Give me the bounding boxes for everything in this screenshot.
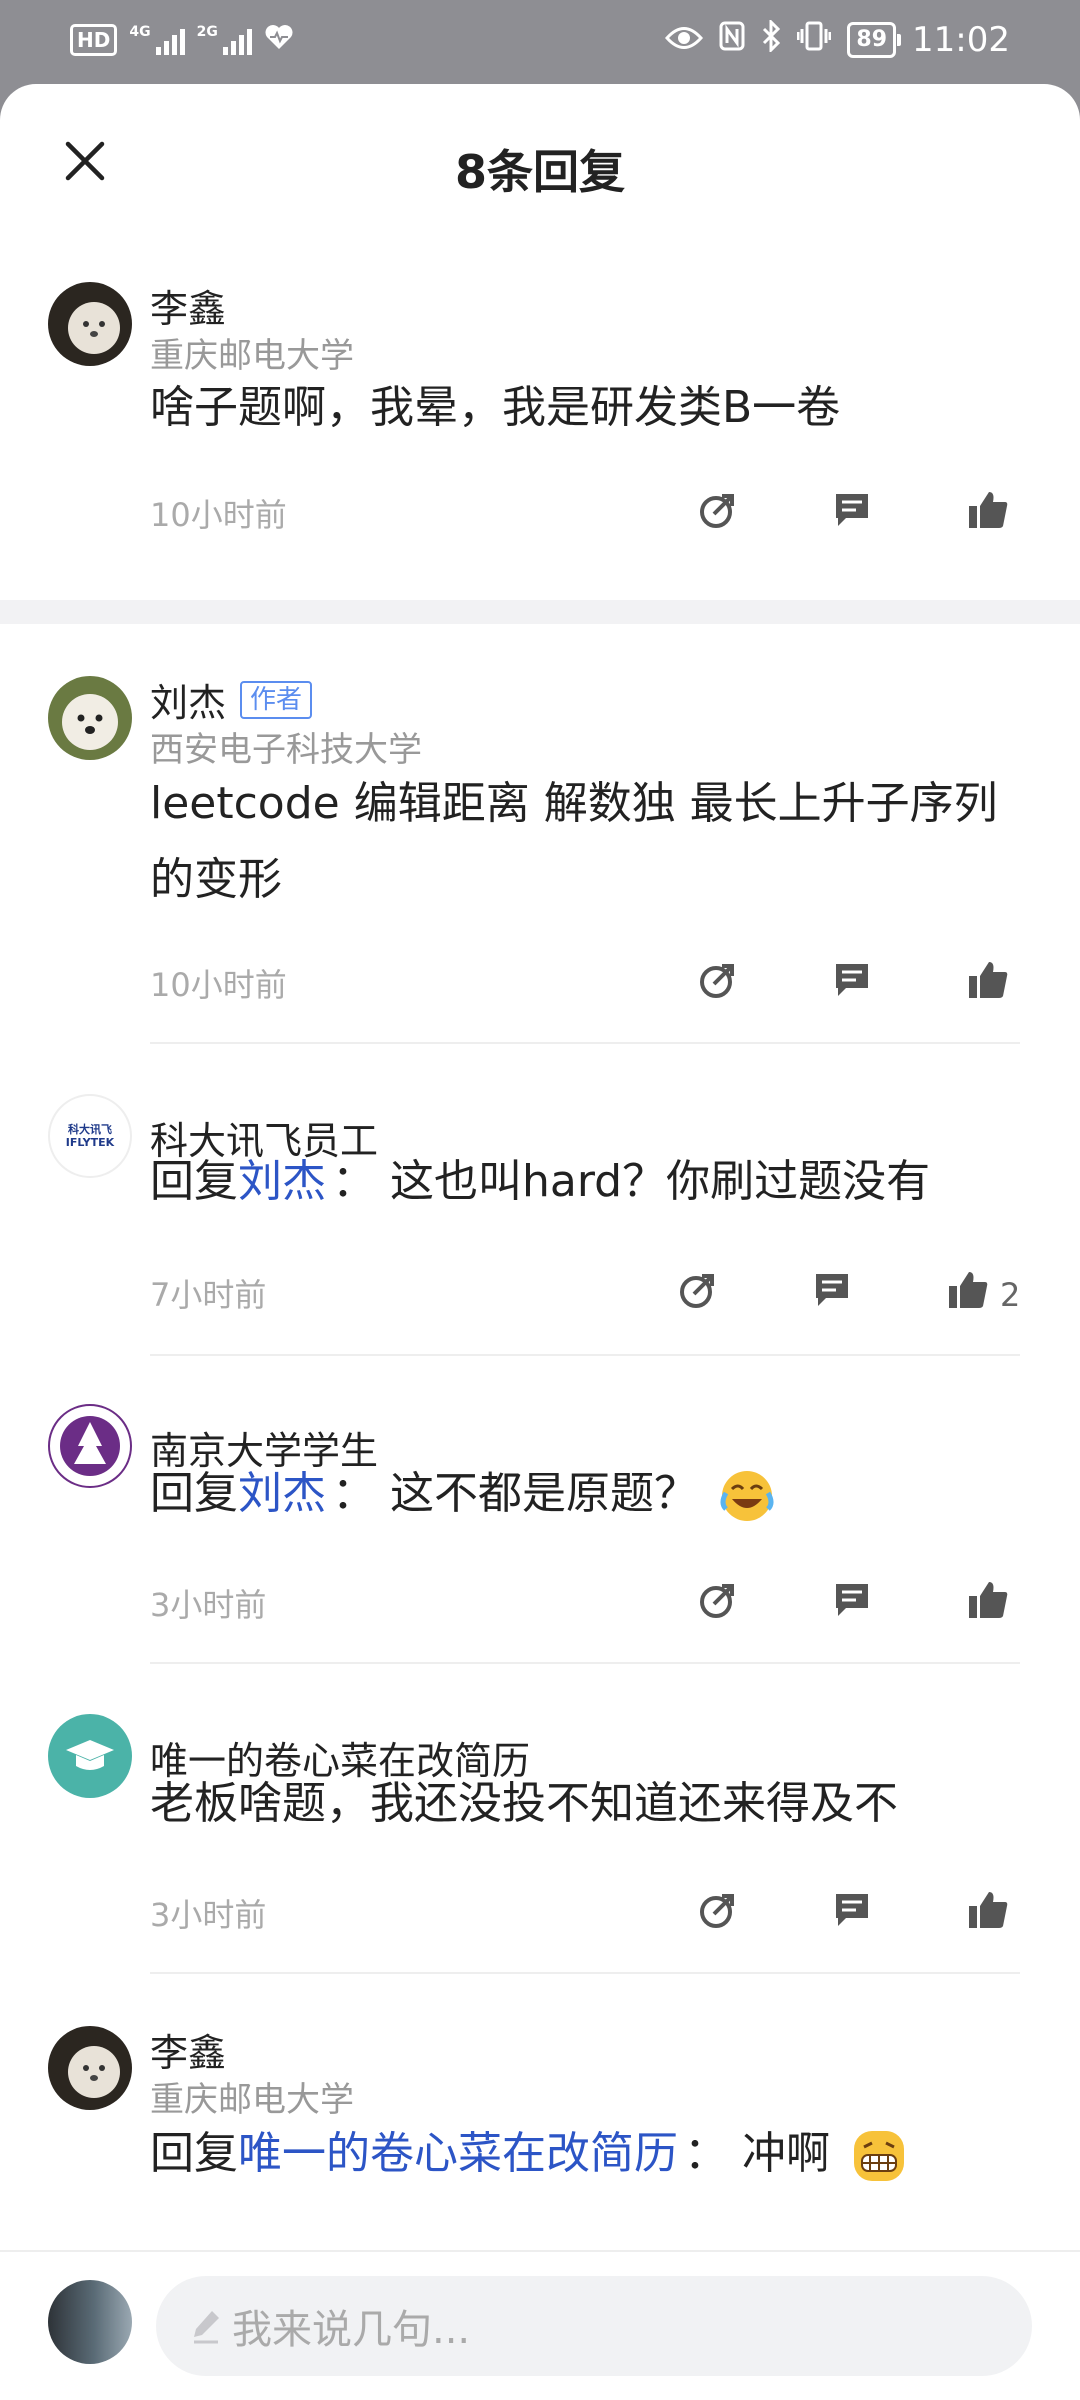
graduation-cap-icon [66,1740,114,1770]
comment-author[interactable]: 李鑫 [150,2022,226,2077]
iflytek-logo: 科大讯飞 IFLYTEK [65,1123,115,1149]
comment-author[interactable]: 李鑫 [150,278,226,333]
signal-2g-icon: 2G [197,25,252,55]
like-button[interactable] [938,1260,998,1320]
author-school: 西安电子科技大学 [150,730,422,770]
reply-target-link[interactable]: 刘杰 [238,1468,326,1519]
my-avatar[interactable] [48,2280,132,2364]
comment-input[interactable]: 我来说几句... [156,2276,1032,2376]
comment-text: 回复刘杰：这也叫hard？你刷过题没有 [150,1156,931,1207]
like-button[interactable] [958,1880,1018,1940]
divider [150,1662,1020,1664]
reply-button[interactable] [822,480,882,540]
share-icon[interactable] [678,1270,718,1310]
share-icon[interactable] [698,1890,738,1930]
heart-icon [264,24,294,56]
comment-icon[interactable] [832,1890,872,1930]
reply-button[interactable] [822,1880,882,1940]
pencil-icon [194,2311,219,2344]
comment-icon[interactable] [832,1580,872,1620]
comment-time: 3小时前 [150,1896,267,1934]
section-separator [0,600,1080,624]
status-bar: HD 4G 2G 89 11:02 [0,0,1080,84]
composer-bar: 我来说几句... [0,2250,1080,2400]
avatar[interactable] [48,2026,132,2110]
comment-icon[interactable] [832,960,872,1000]
page-title: 8条回复 [454,145,625,199]
share-button[interactable] [688,950,748,1010]
like-button[interactable] [958,1570,1018,1630]
grin-emoji-icon [854,2131,904,2181]
share-button[interactable] [688,1570,748,1630]
eye-icon [665,21,704,59]
battery-indicator: 89 [847,22,901,58]
like-count: 2 [1000,1276,1021,1314]
comment-text: 老板啥题，我还没投不知道还来得及不 [150,1778,898,1829]
thumbs-up-icon[interactable] [947,1270,989,1310]
bluetooth-icon [761,18,781,60]
status-right: 89 11:02 [665,18,1010,60]
reply-target-link[interactable]: 唯一的卷心菜在改简历 [238,2128,678,2179]
share-button[interactable] [688,1880,748,1940]
nfc-icon [719,21,745,59]
share-icon[interactable] [698,960,738,1000]
comment-time: 7小时前 [150,1276,267,1314]
divider [150,1042,1020,1044]
avatar[interactable] [48,1404,132,1488]
like-button[interactable] [958,480,1018,540]
comment-time: 10小时前 [150,966,287,1004]
hd-badge: HD [70,24,118,56]
vibrate-icon [796,21,832,59]
like-button[interactable] [958,950,1018,1010]
reply-button[interactable] [822,950,882,1010]
signal-4g-icon: 4G [129,25,185,55]
author-badge: 作者 [240,680,313,719]
status-left: HD 4G 2G [70,24,294,56]
comment-input-placeholder: 我来说几句... [232,2307,471,2353]
divider [150,1972,1020,1974]
comment-text: leetcode 编辑距离 解数独 最长上升子序列的变形 [150,778,998,905]
comment-time: 3小时前 [150,1586,267,1624]
comment-icon[interactable] [832,490,872,530]
nanjing-university-logo [60,1416,120,1476]
thumbs-up-icon[interactable] [967,1890,1009,1930]
comment-time: 10小时前 [150,496,287,534]
comment-icon[interactable] [812,1270,852,1310]
share-button[interactable] [668,1260,728,1320]
avatar[interactable] [48,676,132,760]
author-school: 重庆邮电大学 [150,2080,354,2120]
reply-target-link[interactable]: 刘杰 [238,1156,326,1207]
comment-author[interactable]: 刘杰 作者 [150,672,313,727]
thumbs-up-icon[interactable] [967,490,1009,530]
share-icon[interactable] [698,490,738,530]
laugh-cry-emoji-icon [720,1471,774,1521]
avatar[interactable]: 科大讯飞 IFLYTEK [48,1094,132,1178]
thumbs-up-icon[interactable] [967,960,1009,1000]
clock: 11:02 [912,20,1010,60]
share-icon[interactable] [698,1580,738,1620]
share-button[interactable] [688,480,748,540]
replies-sheet: 8条回复 李鑫 重庆邮电大学 啥子题啊，我晕，我是研发类B一卷 10小时前 刘杰… [0,84,1080,2400]
comment-text: 啥子题啊，我晕，我是研发类B一卷 [150,382,841,433]
divider [150,1354,1020,1356]
avatar[interactable] [48,282,132,366]
thumbs-up-icon[interactable] [967,1580,1009,1620]
avatar[interactable] [48,1714,132,1798]
comment-text: 回复唯一的卷心菜在改简历：冲啊 [150,2116,1030,2192]
reply-button[interactable] [802,1260,862,1320]
reply-button[interactable] [822,1570,882,1630]
comment-text: 回复刘杰：这不都是原题？ [150,1456,1030,1532]
sheet-header: 8条回复 [0,84,1080,234]
